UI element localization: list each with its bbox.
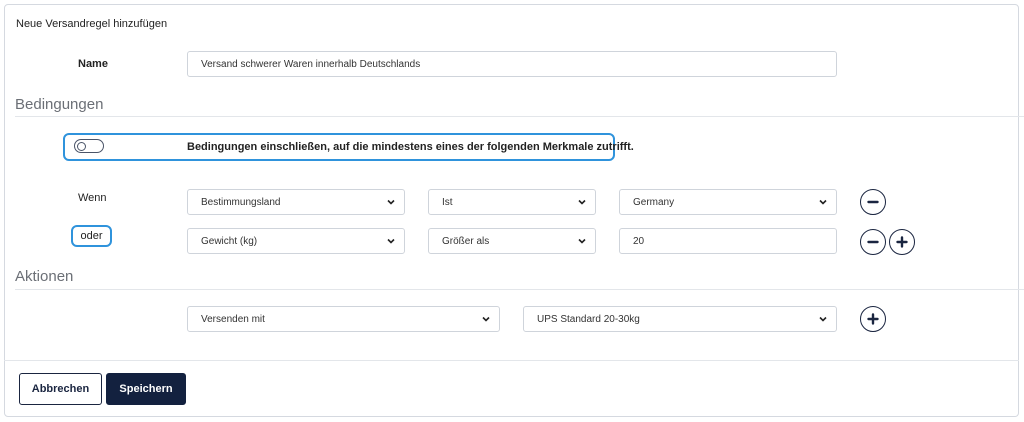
name-label: Name bbox=[78, 58, 108, 70]
footer-divider bbox=[4, 360, 1019, 361]
condition-prefix-oder: oder bbox=[71, 225, 112, 247]
action-select[interactable]: Versenden mit bbox=[187, 306, 500, 332]
name-input-value: Versand schwerer Waren innerhalb Deutsch… bbox=[201, 58, 421, 70]
conditions-section-title: Bedingungen bbox=[15, 96, 104, 113]
select-value: UPS Standard 20-30kg bbox=[537, 313, 640, 325]
condition-2-operator-select[interactable]: Größer als bbox=[428, 228, 596, 254]
minus-icon bbox=[867, 240, 879, 244]
condition-1-attribute-select[interactable]: Bestimmungsland bbox=[187, 189, 405, 215]
input-value: 20 bbox=[633, 235, 645, 247]
remove-condition-1-button[interactable] bbox=[860, 189, 886, 215]
save-button[interactable]: Speichern bbox=[106, 373, 186, 405]
select-value: Ist bbox=[442, 196, 453, 208]
condition-prefix-wenn: Wenn bbox=[78, 192, 107, 204]
shipping-method-select[interactable]: UPS Standard 20-30kg bbox=[523, 306, 837, 332]
actions-section-title: Aktionen bbox=[15, 268, 74, 285]
chevron-down-icon bbox=[482, 316, 490, 322]
remove-condition-2-button[interactable] bbox=[860, 229, 886, 255]
toggle-knob bbox=[77, 141, 86, 151]
select-value: Größer als bbox=[442, 235, 490, 247]
dialog-title: Neue Versandregel hinzufügen bbox=[16, 18, 168, 30]
minus-icon bbox=[867, 200, 879, 204]
plus-icon bbox=[896, 236, 908, 248]
plus-icon bbox=[867, 313, 879, 325]
chevron-down-icon bbox=[387, 199, 395, 205]
conditions-divider bbox=[15, 116, 1024, 117]
condition-2-value-input[interactable]: 20 bbox=[619, 228, 837, 254]
add-action-button[interactable] bbox=[860, 306, 886, 332]
select-value: Gewicht (kg) bbox=[201, 235, 258, 247]
condition-1-value-select[interactable]: Germany bbox=[619, 189, 837, 215]
chevron-down-icon bbox=[819, 316, 827, 322]
chevron-down-icon bbox=[578, 238, 586, 244]
condition-1-operator-select[interactable]: Ist bbox=[428, 189, 596, 215]
select-value: Bestimmungsland bbox=[201, 196, 281, 208]
toggle-label: Bedingungen einschließen, auf die mindes… bbox=[187, 141, 634, 153]
name-input[interactable]: Versand schwerer Waren innerhalb Deutsch… bbox=[187, 51, 837, 77]
select-value: Germany bbox=[633, 196, 675, 208]
chevron-down-icon bbox=[387, 238, 395, 244]
select-value: Versenden mit bbox=[201, 313, 265, 325]
add-condition-button[interactable] bbox=[889, 229, 915, 255]
actions-divider bbox=[15, 289, 1024, 290]
match-any-toggle[interactable] bbox=[74, 139, 104, 153]
cancel-button[interactable]: Abbrechen bbox=[19, 373, 102, 405]
condition-2-attribute-select[interactable]: Gewicht (kg) bbox=[187, 228, 405, 254]
chevron-down-icon bbox=[819, 199, 827, 205]
chevron-down-icon bbox=[578, 199, 586, 205]
